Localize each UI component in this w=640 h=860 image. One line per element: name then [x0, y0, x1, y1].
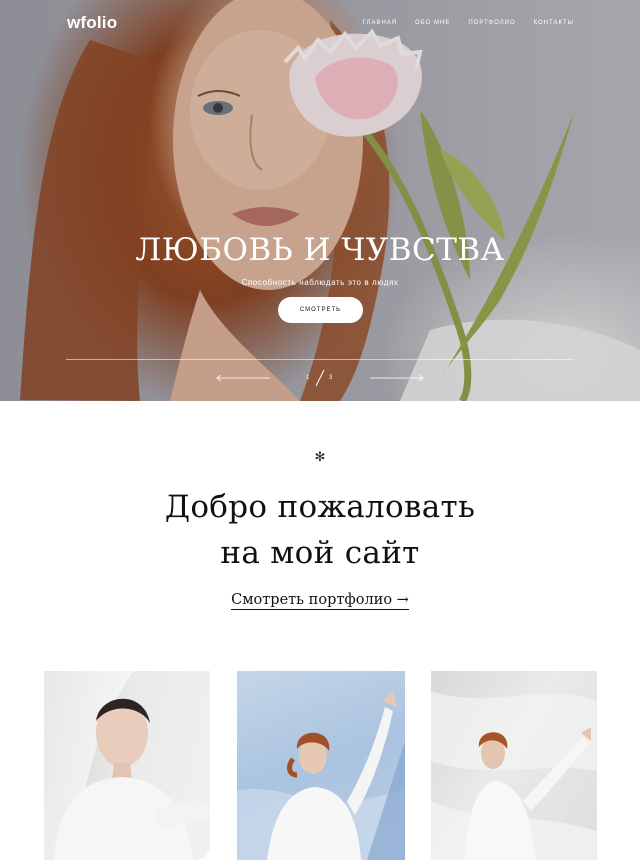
nav-item-about[interactable]: ОБО МНЕ	[415, 20, 450, 26]
view-button[interactable]: СМОТРЕТЬ	[278, 297, 363, 323]
slash-divider-icon	[315, 369, 325, 387]
welcome-heading: Добро пожаловать на мой сайт	[0, 484, 640, 576]
slider-pager: 1 3	[296, 368, 344, 388]
hero-subtitle: Способность наблюдать это в людях	[241, 278, 399, 287]
asterisk-icon: ✻	[314, 449, 326, 464]
gallery-card-1[interactable]	[44, 671, 210, 860]
arrow-left-icon[interactable]	[215, 372, 271, 384]
nav-item-portfolio[interactable]: ПОРТФОЛИО	[468, 20, 515, 26]
hero-title: ЛЮБОВЬ И ЧУВСТВА	[135, 232, 505, 268]
welcome-line-1: Добро пожаловать	[164, 489, 476, 525]
portfolio-link-label: Смотреть портфолио	[231, 592, 393, 608]
gallery-card-2[interactable]	[237, 671, 405, 860]
arrow-right-icon: →	[396, 592, 409, 608]
portfolio-link[interactable]: Смотреть портфолио →	[231, 592, 409, 610]
site-logo[interactable]: wfolio	[67, 13, 117, 33]
pager-total: 3	[329, 375, 333, 381]
hero-overlay	[0, 0, 640, 401]
portfolio-link-row: Смотреть портфолио →	[0, 592, 640, 610]
nav-item-home[interactable]: ГЛАВНАЯ	[363, 20, 398, 26]
portrait-veil-image	[44, 671, 210, 860]
pager-current: 1	[306, 375, 310, 381]
arrow-right-icon[interactable]	[369, 372, 425, 384]
gallery-card-3[interactable]	[431, 671, 597, 860]
nav-item-contacts[interactable]: КОНТАКТЫ	[534, 20, 574, 26]
portrait-blue-fabric-image	[237, 691, 405, 860]
main-nav: ГЛАВНАЯ ОБО МНЕ ПОРТФОЛИО КОНТАКТЫ	[363, 20, 574, 26]
welcome-line-2: на мой сайт	[220, 535, 420, 571]
hero-divider	[66, 359, 574, 360]
portrait-white-fabric-image	[431, 691, 597, 860]
hero-slider: wfolio ГЛАВНАЯ ОБО МНЕ ПОРТФОЛИО КОНТАКТ…	[0, 0, 640, 401]
